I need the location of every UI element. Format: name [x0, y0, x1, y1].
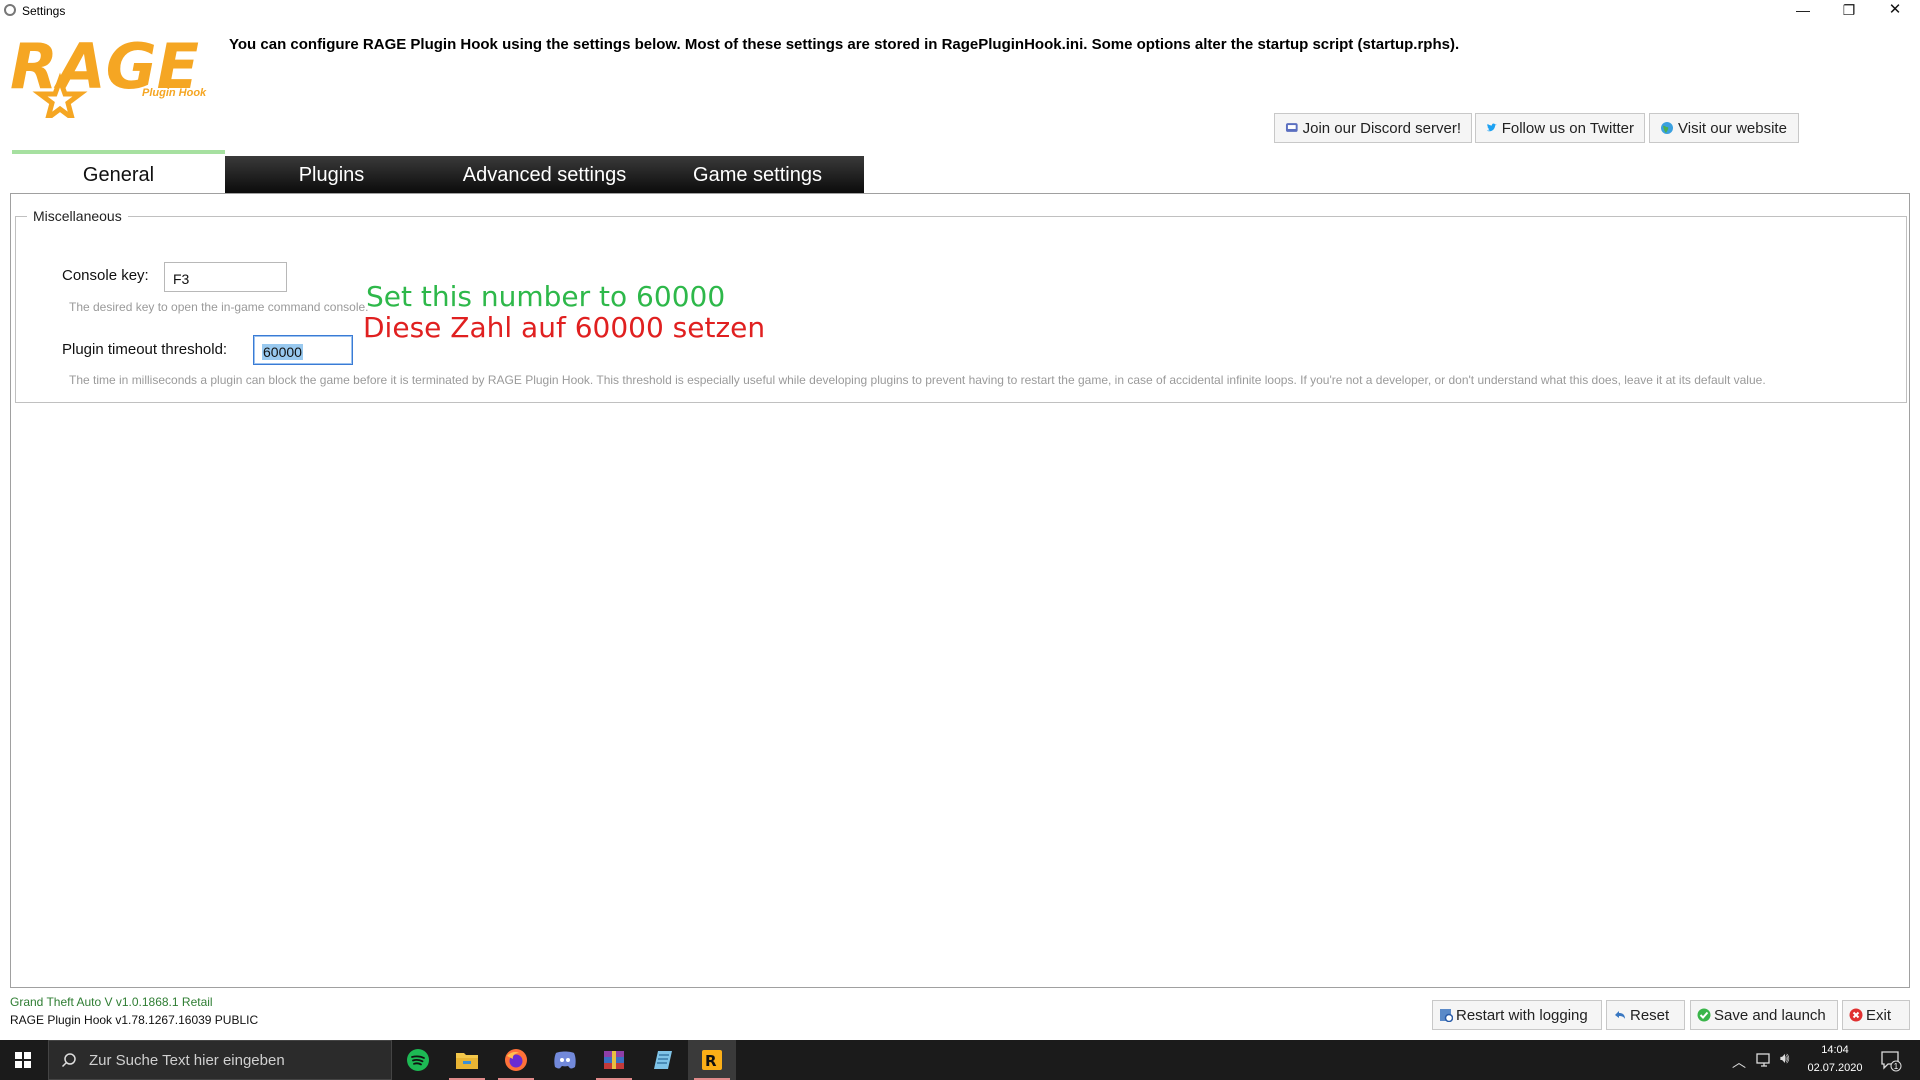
tab-general[interactable]: General — [12, 156, 225, 194]
active-tab-indicator — [12, 150, 225, 154]
miscellaneous-group: Miscellaneous Console key: F3 The desire… — [15, 208, 1907, 403]
plugin-timeout-hint: The time in milliseconds a plugin can bl… — [69, 373, 1766, 387]
console-key-label: Console key: — [62, 267, 149, 284]
title-bar: Settings — ❐ ✕ — [0, 0, 1920, 22]
game-version-text: Grand Theft Auto V v1.0.1868.1 Retail — [10, 995, 213, 1009]
annotation-english: Set this number to 60000 — [366, 280, 726, 313]
start-button[interactable] — [0, 1040, 46, 1080]
console-key-hint: The desired key to open the in-game comm… — [69, 300, 369, 314]
taskbar-rockstar[interactable]: R — [688, 1040, 736, 1080]
maximize-button[interactable]: ❐ — [1826, 0, 1872, 22]
general-tab-panel: Miscellaneous Console key: F3 The desire… — [10, 193, 1910, 988]
window-title: Settings — [22, 4, 66, 18]
annotation-german: Diese Zahl auf 60000 setzen — [363, 311, 766, 344]
miscellaneous-legend: Miscellaneous — [27, 208, 128, 224]
plugin-timeout-label: Plugin timeout threshold: — [62, 341, 228, 358]
twitter-button-label: Follow us on Twitter — [1501, 119, 1634, 137]
search-icon — [61, 1053, 76, 1068]
discord-button-label: Join our Discord server! — [1302, 119, 1461, 137]
logo-sub-text: Plugin Hook — [142, 87, 207, 99]
taskbar-firefox[interactable] — [492, 1040, 540, 1080]
tray-chevron-up-icon[interactable]: ︿ — [1732, 1052, 1746, 1072]
discord-icon — [1285, 123, 1298, 132]
windows-taskbar: Zur Suche Text hier eingeben R ︿ 🔊︎ 14:0… — [0, 1040, 1920, 1080]
winrar-icon — [604, 1051, 624, 1069]
close-button[interactable]: ✕ — [1872, 0, 1918, 22]
tab-game-settings[interactable]: Game settings — [651, 156, 864, 194]
tab-plugins[interactable]: Plugins — [225, 156, 438, 194]
rage-plugin-hook-logo: RAGE Plugin Hook — [10, 30, 207, 118]
log-restart-icon — [1440, 1009, 1453, 1022]
plugin-timeout-input[interactable]: 60000 — [253, 335, 353, 365]
tab-bar: General Plugins Advanced settings Game s… — [12, 156, 864, 194]
taskbar-notepad[interactable] — [639, 1040, 687, 1080]
globe-icon — [1661, 122, 1673, 134]
clock-date[interactable]: 02.07.2020 — [1802, 1062, 1868, 1074]
network-icon[interactable] — [1756, 1052, 1774, 1068]
restart-button-label: Restart with logging — [1456, 1006, 1588, 1024]
reset-button[interactable]: Reset — [1606, 1000, 1685, 1030]
rockstar-icon: R — [702, 1050, 722, 1070]
windows-logo-icon — [15, 1052, 31, 1068]
save-button-label: Save and launch — [1714, 1006, 1826, 1024]
save-and-launch-button[interactable]: Save and launch — [1690, 1000, 1838, 1030]
notepad-icon — [654, 1051, 672, 1069]
tab-advanced-settings[interactable]: Advanced settings — [438, 156, 651, 194]
taskbar-discord[interactable] — [541, 1040, 589, 1080]
taskbar-winrar[interactable] — [590, 1040, 638, 1080]
clock-time[interactable]: 14:04 — [1810, 1044, 1860, 1056]
exit-button[interactable]: Exit — [1842, 1000, 1910, 1030]
exit-button-label: Exit — [1866, 1006, 1892, 1024]
plugin-timeout-value: 60000 — [262, 344, 303, 360]
undo-icon — [1615, 1011, 1625, 1019]
notification-center-icon[interactable]: 1 — [1880, 1050, 1902, 1072]
notification-count: 1 — [1894, 1062, 1899, 1071]
settings-gear-icon — [4, 4, 16, 16]
taskbar-search[interactable]: Zur Suche Text hier eingeben — [48, 1040, 392, 1080]
checkmark-icon — [1697, 1008, 1711, 1022]
discord-icon — [554, 1051, 576, 1069]
header-description: You can configure RAGE Plugin Hook using… — [229, 36, 1460, 53]
website-button[interactable]: Visit our website — [1649, 113, 1799, 143]
minimize-button[interactable]: — — [1780, 0, 1826, 22]
file-explorer-icon — [456, 1053, 478, 1069]
taskbar-spotify[interactable] — [394, 1040, 442, 1080]
search-placeholder: Zur Suche Text hier eingeben — [89, 1051, 285, 1069]
taskbar-file-explorer[interactable] — [443, 1040, 491, 1080]
spotify-icon — [407, 1049, 429, 1071]
twitter-button[interactable]: Follow us on Twitter — [1475, 113, 1645, 143]
hook-version-text: RAGE Plugin Hook v1.78.1267.16039 PUBLIC — [10, 1013, 259, 1027]
restart-with-logging-button[interactable]: Restart with logging — [1432, 1000, 1602, 1030]
console-key-input[interactable]: F3 — [164, 262, 287, 292]
volume-icon[interactable]: 🔊︎ — [1780, 1050, 1789, 1067]
website-button-label: Visit our website — [1678, 119, 1787, 137]
reset-button-label: Reset — [1630, 1006, 1670, 1024]
exit-icon — [1849, 1008, 1863, 1022]
discord-button[interactable]: Join our Discord server! — [1274, 113, 1472, 143]
firefox-icon — [505, 1049, 527, 1071]
twitter-icon — [1486, 123, 1497, 132]
svg-text:R: R — [705, 1052, 717, 1070]
